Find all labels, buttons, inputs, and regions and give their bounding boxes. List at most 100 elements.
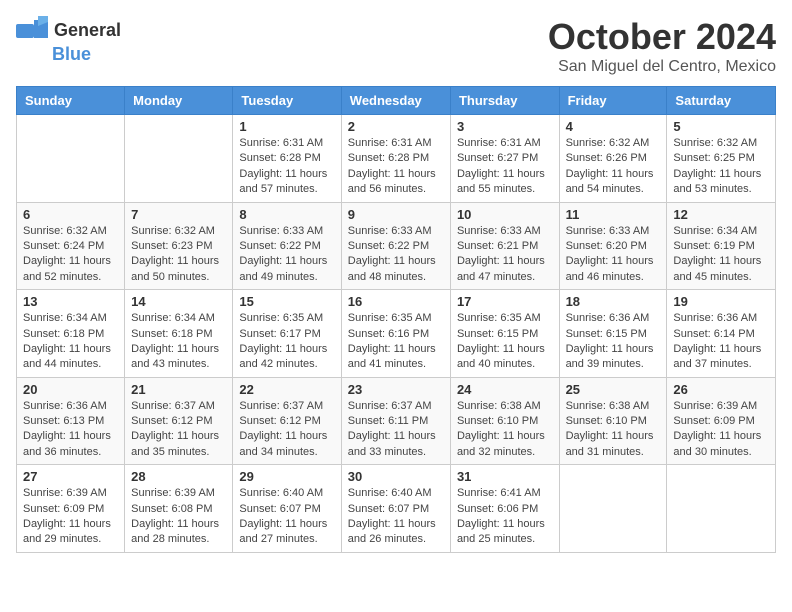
- day-number: 7: [131, 207, 226, 222]
- title-block: October 2024 San Miguel del Centro, Mexi…: [548, 16, 776, 76]
- day-number: 28: [131, 469, 226, 484]
- calendar-cell: 18Sunrise: 6:36 AM Sunset: 6:15 PM Dayli…: [559, 290, 667, 378]
- day-number: 17: [457, 294, 553, 309]
- logo: General Blue: [16, 16, 121, 65]
- calendar-cell: 5 Sunrise: 6:32 AM Sunset: 6:25 PM Daylig…: [667, 115, 776, 203]
- day-info: Sunrise: 6:37 AM Sunset: 6:11 PM Dayligh…: [348, 399, 444, 461]
- day-info: Sunrise: 6:34 AM Sunset: 6:18 PM Dayligh…: [23, 311, 118, 373]
- day-info: Sunrise: 6:36 AM Sunset: 6:14 PM Dayligh…: [673, 311, 769, 373]
- day-number: 20: [23, 382, 118, 397]
- calendar: SundayMondayTuesdayWednesdayThursdayFrid…: [16, 86, 776, 553]
- day-info: Sunrise: 6:32 AM Sunset: 6:24 PM Dayligh…: [23, 224, 118, 286]
- day-number: 23: [348, 382, 444, 397]
- day-info: Sunrise: 6:32 AM Sunset: 6:23 PM Dayligh…: [131, 224, 226, 286]
- day-info: Sunrise: 6:39 AM Sunset: 6:09 PM Dayligh…: [673, 399, 769, 461]
- calendar-cell: 21 Sunrise: 6:37 AM Sunset: 6:12 PM Dayli…: [125, 377, 233, 465]
- calendar-cell: 13 Sunrise: 6:34 AM Sunset: 6:18 PM Dayli…: [17, 290, 125, 378]
- day-info: Sunrise: 6:32 AM Sunset: 6:26 PM Dayligh…: [566, 136, 661, 198]
- day-number: 15: [239, 294, 334, 309]
- calendar-cell: 2Sunrise: 6:31 AM Sunset: 6:28 PM Daylig…: [341, 115, 450, 203]
- day-number: 14: [131, 294, 226, 309]
- weekday-header: Wednesday: [341, 87, 450, 115]
- day-number: 24: [457, 382, 553, 397]
- day-number: 22: [239, 382, 334, 397]
- day-number: 19: [673, 294, 769, 309]
- calendar-cell: 24 Sunrise: 6:38 AM Sunset: 6:10 PM Dayli…: [450, 377, 559, 465]
- day-number: 16: [348, 294, 444, 309]
- calendar-cell: 16 Sunrise: 6:35 AM Sunset: 6:16 PM Dayli…: [341, 290, 450, 378]
- calendar-week-row: 27Sunrise: 6:39 AM Sunset: 6:09 PM Dayli…: [17, 465, 776, 553]
- calendar-cell: 28 Sunrise: 6:39 AM Sunset: 6:08 PM Dayli…: [125, 465, 233, 553]
- day-number: 21: [131, 382, 226, 397]
- calendar-cell: 6 Sunrise: 6:32 AM Sunset: 6:24 PM Daylig…: [17, 202, 125, 290]
- day-number: 30: [348, 469, 444, 484]
- day-info: Sunrise: 6:33 AM Sunset: 6:21 PM Dayligh…: [457, 224, 553, 286]
- day-info: Sunrise: 6:39 AM Sunset: 6:08 PM Dayligh…: [131, 486, 226, 548]
- calendar-cell: 29Sunrise: 6:40 AM Sunset: 6:07 PM Dayli…: [233, 465, 341, 553]
- calendar-cell: 25 Sunrise: 6:38 AM Sunset: 6:10 PM Dayli…: [559, 377, 667, 465]
- day-info: Sunrise: 6:32 AM Sunset: 6:25 PM Dayligh…: [673, 136, 769, 198]
- weekday-header: Saturday: [667, 87, 776, 115]
- calendar-cell: 3 Sunrise: 6:31 AM Sunset: 6:27 PM Daylig…: [450, 115, 559, 203]
- day-number: 26: [673, 382, 769, 397]
- day-info: Sunrise: 6:38 AM Sunset: 6:10 PM Dayligh…: [457, 399, 553, 461]
- calendar-cell: 11 Sunrise: 6:33 AM Sunset: 6:20 PM Dayli…: [559, 202, 667, 290]
- weekday-header: Friday: [559, 87, 667, 115]
- calendar-week-row: 20 Sunrise: 6:36 AM Sunset: 6:13 PM Dayli…: [17, 377, 776, 465]
- day-info: Sunrise: 6:38 AM Sunset: 6:10 PM Dayligh…: [566, 399, 661, 461]
- calendar-cell: 22 Sunrise: 6:37 AM Sunset: 6:12 PM Dayli…: [233, 377, 341, 465]
- day-number: 9: [348, 207, 444, 222]
- day-number: 6: [23, 207, 118, 222]
- calendar-cell: 7 Sunrise: 6:32 AM Sunset: 6:23 PM Daylig…: [125, 202, 233, 290]
- day-number: 10: [457, 207, 553, 222]
- day-info: Sunrise: 6:36 AM Sunset: 6:15 PM Dayligh…: [566, 311, 661, 373]
- calendar-cell: 31Sunrise: 6:41 AM Sunset: 6:06 PM Dayli…: [450, 465, 559, 553]
- calendar-cell: 27Sunrise: 6:39 AM Sunset: 6:09 PM Dayli…: [17, 465, 125, 553]
- day-info: Sunrise: 6:33 AM Sunset: 6:22 PM Dayligh…: [239, 224, 334, 286]
- calendar-week-row: 1 Sunrise: 6:31 AM Sunset: 6:28 PM Daylig…: [17, 115, 776, 203]
- day-number: 13: [23, 294, 118, 309]
- calendar-cell: 15 Sunrise: 6:35 AM Sunset: 6:17 PM Dayli…: [233, 290, 341, 378]
- calendar-cell: [17, 115, 125, 203]
- calendar-cell: 4Sunrise: 6:32 AM Sunset: 6:26 PM Daylig…: [559, 115, 667, 203]
- day-info: Sunrise: 6:35 AM Sunset: 6:16 PM Dayligh…: [348, 311, 444, 373]
- day-number: 1: [239, 119, 334, 134]
- calendar-cell: [559, 465, 667, 553]
- day-info: Sunrise: 6:37 AM Sunset: 6:12 PM Dayligh…: [131, 399, 226, 461]
- calendar-week-row: 13 Sunrise: 6:34 AM Sunset: 6:18 PM Dayli…: [17, 290, 776, 378]
- day-info: Sunrise: 6:35 AM Sunset: 6:17 PM Dayligh…: [239, 311, 334, 373]
- weekday-header: Tuesday: [233, 87, 341, 115]
- calendar-cell: 12Sunrise: 6:34 AM Sunset: 6:19 PM Dayli…: [667, 202, 776, 290]
- day-number: 31: [457, 469, 553, 484]
- calendar-cell: [125, 115, 233, 203]
- weekday-header: Monday: [125, 87, 233, 115]
- day-info: Sunrise: 6:31 AM Sunset: 6:28 PM Dayligh…: [239, 136, 334, 198]
- day-info: Sunrise: 6:31 AM Sunset: 6:27 PM Dayligh…: [457, 136, 553, 198]
- day-number: 11: [566, 207, 661, 222]
- calendar-week-row: 6 Sunrise: 6:32 AM Sunset: 6:24 PM Daylig…: [17, 202, 776, 290]
- calendar-cell: 20 Sunrise: 6:36 AM Sunset: 6:13 PM Dayli…: [17, 377, 125, 465]
- calendar-cell: 26 Sunrise: 6:39 AM Sunset: 6:09 PM Dayli…: [667, 377, 776, 465]
- logo-icon: [16, 16, 48, 44]
- day-number: 5: [673, 119, 769, 134]
- calendar-cell: [667, 465, 776, 553]
- day-number: 2: [348, 119, 444, 134]
- day-info: Sunrise: 6:35 AM Sunset: 6:15 PM Dayligh…: [457, 311, 553, 373]
- month-title: October 2024: [548, 16, 776, 58]
- logo-blue: Blue: [52, 44, 91, 65]
- day-number: 3: [457, 119, 553, 134]
- day-info: Sunrise: 6:33 AM Sunset: 6:20 PM Dayligh…: [566, 224, 661, 286]
- day-number: 29: [239, 469, 334, 484]
- location: San Miguel del Centro, Mexico: [548, 58, 776, 76]
- calendar-cell: 10 Sunrise: 6:33 AM Sunset: 6:21 PM Dayli…: [450, 202, 559, 290]
- calendar-cell: 1 Sunrise: 6:31 AM Sunset: 6:28 PM Daylig…: [233, 115, 341, 203]
- day-number: 25: [566, 382, 661, 397]
- day-number: 8: [239, 207, 334, 222]
- day-info: Sunrise: 6:34 AM Sunset: 6:18 PM Dayligh…: [131, 311, 226, 373]
- calendar-cell: 19 Sunrise: 6:36 AM Sunset: 6:14 PM Dayli…: [667, 290, 776, 378]
- day-info: Sunrise: 6:37 AM Sunset: 6:12 PM Dayligh…: [239, 399, 334, 461]
- weekday-header: Thursday: [450, 87, 559, 115]
- weekday-header: Sunday: [17, 87, 125, 115]
- day-info: Sunrise: 6:36 AM Sunset: 6:13 PM Dayligh…: [23, 399, 118, 461]
- weekday-header-row: SundayMondayTuesdayWednesdayThursdayFrid…: [17, 87, 776, 115]
